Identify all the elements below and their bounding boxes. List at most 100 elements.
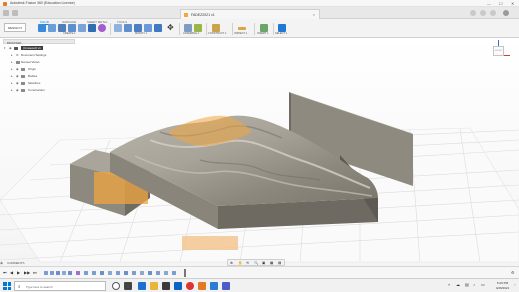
maximize-button[interactable]: ☐ bbox=[499, 1, 503, 6]
network-icon[interactable]: ▤ bbox=[465, 282, 469, 287]
construct-menu[interactable]: CONSTRUCT ▾ bbox=[208, 32, 226, 35]
add-tab-icon[interactable] bbox=[470, 10, 476, 16]
timeline-feature-icon[interactable] bbox=[76, 271, 80, 275]
tree-item-origin[interactable]: ▸ ◉ Origin bbox=[11, 66, 81, 72]
store-icon[interactable] bbox=[162, 282, 170, 290]
timeline-feature-icon[interactable] bbox=[108, 271, 112, 275]
expand-icon[interactable]: ▸ bbox=[11, 74, 13, 78]
expand-icon[interactable]: ▸ bbox=[11, 88, 13, 92]
select-icon[interactable] bbox=[278, 24, 286, 32]
timeline-feature-icon[interactable] bbox=[164, 271, 168, 275]
timeline-feature-icon[interactable] bbox=[140, 271, 144, 275]
timeline-feature-icon[interactable] bbox=[124, 271, 128, 275]
new-joint-icon[interactable] bbox=[184, 24, 192, 32]
timeline-first-button[interactable]: ⏮ bbox=[3, 270, 7, 275]
timeline-previous-button[interactable]: ◀ bbox=[10, 270, 13, 275]
comments-toggle-icon[interactable]: ◉ bbox=[0, 261, 3, 265]
document-tab[interactable]: FADEZ2021 v1 × bbox=[180, 9, 320, 19]
press-pull-icon[interactable] bbox=[114, 24, 122, 32]
timeline-play-button[interactable]: ▶ bbox=[17, 270, 20, 275]
box-icon[interactable] bbox=[88, 24, 96, 32]
timeline-feature-icon[interactable] bbox=[172, 271, 176, 275]
create-sketch-icon[interactable] bbox=[48, 24, 56, 32]
combine-icon[interactable] bbox=[154, 24, 162, 32]
visibility-icon[interactable]: ◉ bbox=[16, 88, 19, 92]
chrome-icon[interactable] bbox=[186, 282, 194, 290]
select-menu[interactable]: SELECT ▾ bbox=[275, 32, 287, 35]
language-icon[interactable]: ▭ bbox=[481, 282, 485, 287]
timeline-feature-icon[interactable] bbox=[148, 271, 152, 275]
task-view-icon[interactable] bbox=[124, 282, 132, 290]
revolve-icon[interactable] bbox=[68, 24, 76, 32]
close-tab-button[interactable]: × bbox=[313, 12, 315, 17]
data-panel-icon[interactable] bbox=[3, 10, 9, 16]
shell-icon[interactable] bbox=[144, 24, 152, 32]
timeline-feature-icon[interactable] bbox=[116, 271, 120, 275]
offset-plane-icon[interactable] bbox=[212, 24, 220, 32]
view-cube-face[interactable]: FRONT bbox=[493, 46, 504, 56]
minimize-button[interactable]: — bbox=[487, 1, 491, 6]
timeline-settings-icon[interactable]: ⚙ bbox=[511, 270, 515, 275]
pan-icon[interactable]: ✋ bbox=[238, 261, 242, 265]
view-cube[interactable]: FRONT bbox=[488, 40, 510, 62]
tree-item-sketches[interactable]: ▸ ◉ Sketches bbox=[11, 80, 81, 86]
measure-icon[interactable] bbox=[238, 27, 246, 30]
tree-item-named-views[interactable]: ▸ Named Views bbox=[11, 59, 81, 65]
timeline-feature-icon[interactable] bbox=[62, 271, 66, 275]
notifications-icon[interactable] bbox=[480, 10, 486, 16]
teams-icon[interactable] bbox=[222, 282, 230, 290]
tree-item-document-settings[interactable]: ▸ ⚙ Document Settings bbox=[11, 52, 81, 58]
insert-menu[interactable]: INSERT ▾ bbox=[257, 32, 268, 35]
timeline-next-button[interactable]: ▶▶ bbox=[24, 270, 30, 275]
timeline-last-button[interactable]: ⏭ bbox=[33, 270, 37, 275]
expand-icon[interactable]: ▸ bbox=[11, 81, 13, 85]
viewports-icon[interactable]: ▤ bbox=[278, 261, 281, 265]
timeline-feature-icon[interactable] bbox=[156, 271, 160, 275]
help-icon[interactable] bbox=[490, 10, 496, 16]
timeline-feature-icon[interactable] bbox=[44, 271, 48, 275]
word-icon[interactable] bbox=[210, 282, 218, 290]
zoom-icon[interactable]: 🔍 bbox=[254, 261, 258, 265]
timeline-feature-icon[interactable] bbox=[132, 271, 136, 275]
volume-icon[interactable]: ♪ bbox=[473, 282, 475, 287]
visibility-icon[interactable]: ◉ bbox=[16, 67, 19, 71]
windows-start-icon[interactable] bbox=[3, 282, 11, 290]
close-window-button[interactable]: ✕ bbox=[511, 1, 514, 6]
notification-center-icon[interactable]: ▫ bbox=[514, 282, 515, 287]
create-menu[interactable]: CREATE ▾ bbox=[63, 32, 75, 35]
timeline-feature-icon[interactable] bbox=[68, 271, 72, 275]
onedrive-icon[interactable]: ☁ bbox=[456, 282, 460, 287]
cortana-icon[interactable] bbox=[112, 282, 120, 290]
edge-icon[interactable] bbox=[138, 282, 146, 290]
file-explorer-icon[interactable] bbox=[150, 282, 158, 290]
visibility-icon[interactable]: ◉ bbox=[16, 74, 19, 78]
tree-item-root[interactable]: ▾ ◉ (Unsaved) v1 bbox=[4, 45, 74, 51]
grid-settings-icon[interactable]: ▦ bbox=[270, 261, 273, 265]
display-settings-icon[interactable]: ▣ bbox=[262, 261, 265, 265]
expand-icon[interactable]: ▸ bbox=[11, 60, 13, 64]
tree-item-construction[interactable]: ▸ ◉ Construction bbox=[11, 87, 81, 93]
move-copy-icon[interactable]: ✥ bbox=[167, 24, 175, 32]
fusion-360-taskbar-icon[interactable] bbox=[198, 282, 206, 290]
visibility-icon[interactable]: ◉ bbox=[9, 46, 12, 50]
expand-icon[interactable]: ▸ bbox=[11, 67, 13, 71]
tray-expand-icon[interactable]: ˄ bbox=[448, 282, 450, 287]
collapse-icon[interactable]: ▾ bbox=[4, 46, 6, 50]
fillet-icon[interactable] bbox=[124, 24, 132, 32]
as-built-joint-icon[interactable] bbox=[194, 24, 202, 32]
file-menu-icon[interactable] bbox=[12, 10, 18, 16]
timeline-feature-icon[interactable] bbox=[84, 271, 88, 275]
tree-item-bodies[interactable]: ▸ ◉ Bodies bbox=[11, 73, 81, 79]
expand-icon[interactable]: ▸ bbox=[11, 53, 13, 57]
user-avatar[interactable] bbox=[503, 10, 509, 16]
modify-menu[interactable]: MODIFY ▾ bbox=[135, 32, 147, 35]
new-component-icon[interactable] bbox=[38, 24, 46, 32]
workspace-switcher[interactable]: DESIGN ▾ bbox=[4, 23, 26, 32]
inspect-menu[interactable]: INSPECT ▾ bbox=[234, 32, 247, 35]
timeline-feature-icon[interactable] bbox=[50, 271, 54, 275]
browser-header[interactable]: BROWSER bbox=[3, 39, 75, 45]
taskbar-search-box[interactable]: ⌕ Type here to search bbox=[14, 281, 106, 291]
extrude-icon[interactable] bbox=[58, 24, 66, 32]
hole-icon[interactable] bbox=[78, 24, 86, 32]
timeline-feature-icon[interactable] bbox=[56, 271, 60, 275]
